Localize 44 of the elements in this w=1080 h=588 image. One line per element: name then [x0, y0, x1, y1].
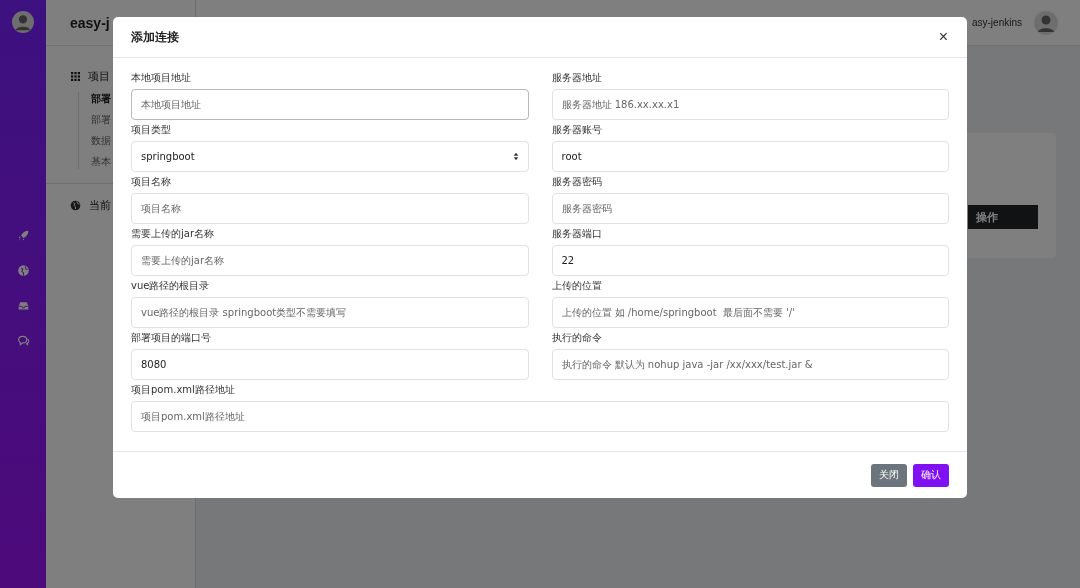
field-label: 上传的位置: [551, 279, 603, 293]
input-field[interactable]: 执行的命令 默认为 nohup java -jar /xx/xxx/test.jar &: [551, 349, 949, 380]
input-field[interactable]: 本地项目地址: [131, 89, 529, 120]
app-title: easy-j: [70, 14, 110, 31]
user-name: asy-jenkins: [971, 17, 1022, 28]
field-label: 本地项目地址: [131, 71, 192, 85]
field-label: 项目pom.xml路径地址: [131, 383, 236, 397]
input-field[interactable]: 上传的位置 如 /home/springboot 最后面不需要 '/': [551, 297, 949, 328]
avatar-icon[interactable]: [1034, 10, 1058, 35]
column-header: 操作: [968, 205, 1038, 229]
grid-icon: [71, 72, 80, 81]
section-title: 项目: [88, 69, 110, 84]
field-label: 服务器端口: [551, 227, 603, 241]
input-field[interactable]: 服务器密码: [551, 193, 949, 224]
inbox-icon[interactable]: [16, 299, 30, 312]
field-label: 项目类型: [131, 123, 172, 137]
close-button[interactable]: ×: [936, 28, 950, 46]
sort-caret-icon: [512, 152, 519, 161]
field-label: 部署项目的端口号: [131, 331, 212, 345]
field-label: 执行的命令: [551, 331, 603, 345]
select-field[interactable]: springboot: [131, 141, 529, 172]
rocket-icon[interactable]: [16, 229, 30, 242]
field-label: 需要上传的jar名称: [131, 227, 216, 241]
chat-icon[interactable]: [16, 334, 30, 347]
field-label: 服务器密码: [551, 175, 603, 189]
avatar-icon[interactable]: [12, 11, 34, 33]
field-label: vue路径的根目录: [131, 279, 211, 293]
input-field[interactable]: 服务器地址 186.xx.xx.x1: [551, 89, 949, 120]
confirm-button[interactable]: 确认: [913, 463, 949, 487]
input-field[interactable]: 需要上传的jar名称: [131, 245, 529, 276]
globe-icon[interactable]: [16, 264, 30, 277]
input-field[interactable]: 项目pom.xml路径地址: [131, 401, 949, 432]
sidebar-link[interactable]: 当前: [89, 198, 111, 213]
input-field[interactable]: 项目名称: [131, 193, 529, 224]
input-field[interactable]: root: [551, 141, 949, 172]
input-field[interactable]: 8080: [131, 349, 529, 380]
close-button[interactable]: 关闭: [871, 463, 907, 487]
dialog-title: 添加连接: [131, 28, 179, 46]
input-field[interactable]: vue路径的根目录 springboot类型不需要填写: [131, 297, 529, 328]
field-label: 服务器地址: [551, 71, 603, 85]
input-field[interactable]: 22: [551, 245, 949, 276]
field-label: 服务器账号: [551, 123, 603, 137]
field-label: 项目名称: [131, 175, 172, 189]
globe-icon: [70, 200, 81, 211]
